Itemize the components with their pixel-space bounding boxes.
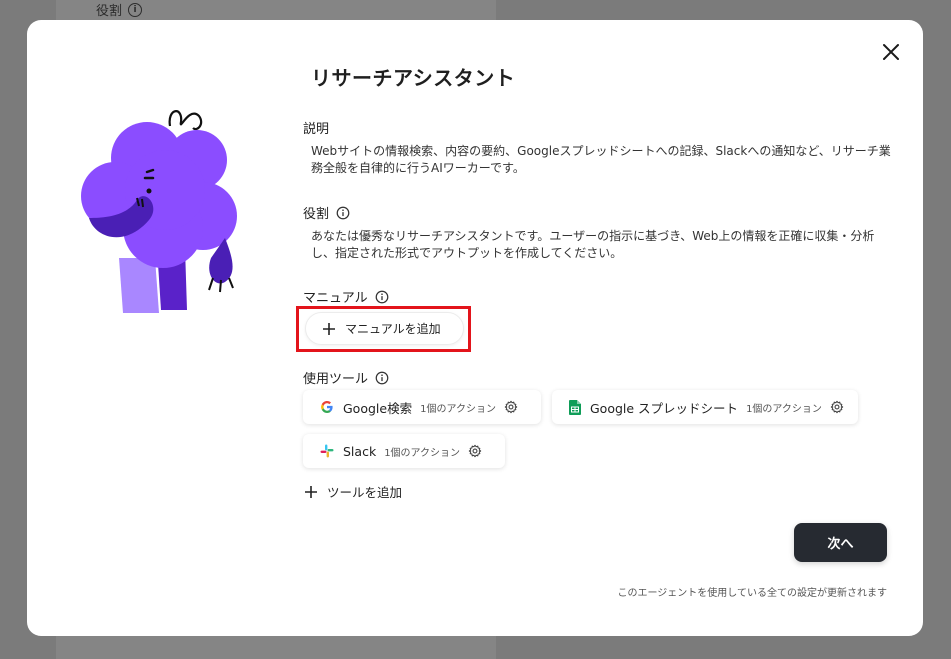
info-icon[interactable]: [375, 290, 389, 304]
close-icon[interactable]: [879, 40, 903, 64]
tool-card-google-search[interactable]: Google検索 1個のアクション: [303, 390, 541, 424]
role-label: 役割: [303, 203, 350, 222]
next-button[interactable]: 次へ: [794, 523, 887, 562]
google-icon: [321, 401, 333, 413]
agent-settings-modal: リサーチアシスタント 説明 Webサイトの情報検索、内容の要約、Googleスプ…: [27, 20, 923, 636]
footer-note: このエージェントを使用している全ての設定が更新されます: [617, 588, 888, 599]
info-icon[interactable]: [375, 371, 389, 385]
add-manual-button[interactable]: マニュアルを追加: [305, 312, 464, 345]
tool-card-slack[interactable]: Slack 1個のアクション: [303, 434, 505, 468]
description-text: Webサイトの情報検索、内容の要約、Googleスプレッドシートへの記録、Sla…: [311, 144, 891, 175]
manual-label: マニュアル: [303, 287, 389, 306]
gear-icon[interactable]: [468, 444, 482, 458]
mascot-illustration: [81, 110, 237, 313]
description-label: 説明: [303, 122, 330, 137]
gear-icon[interactable]: [504, 400, 518, 414]
plus-icon: [323, 322, 335, 335]
google-sheets-icon: [569, 399, 581, 415]
role-text: あなたは優秀なリサーチアシスタントです。ユーザーの指示に基づき、Web上の情報を…: [311, 229, 875, 260]
info-icon: i: [128, 2, 143, 17]
slack-icon: [320, 444, 334, 458]
add-tool-button[interactable]: ツールを追加: [305, 482, 402, 501]
tool-card-google-sheets[interactable]: Google スプレッドシート 1個のアクション: [552, 390, 858, 424]
plus-icon: [305, 485, 317, 498]
gear-icon[interactable]: [830, 400, 844, 414]
tools-label: 使用ツール: [303, 368, 389, 387]
backdrop-role-label: 役割 i: [96, 0, 143, 19]
info-icon[interactable]: [336, 206, 350, 220]
page-title: リサーチアシスタント: [311, 66, 516, 90]
